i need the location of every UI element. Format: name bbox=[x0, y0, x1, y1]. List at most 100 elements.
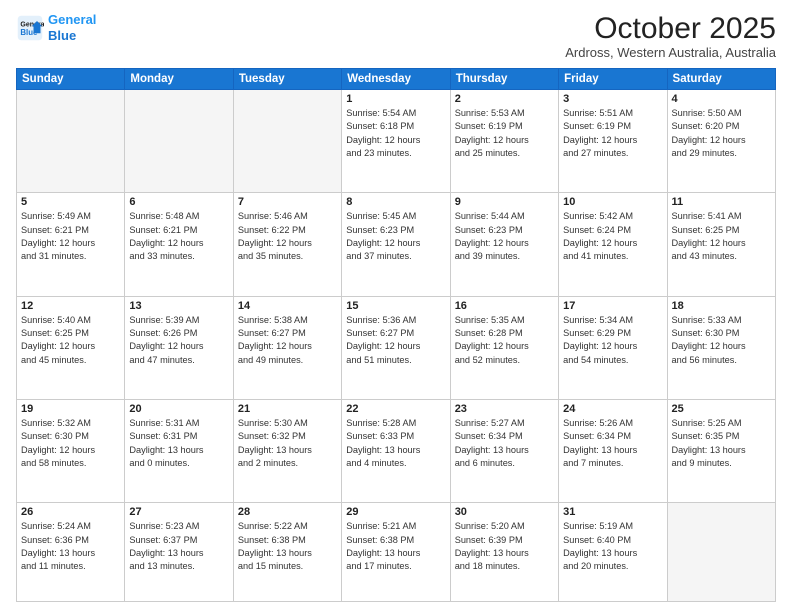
day-cell: 9 Sunrise: 5:44 AM Sunset: 6:23 PM Daylig… bbox=[450, 193, 558, 296]
day-cell: 17 Sunrise: 5:34 AM Sunset: 6:29 PM Dayli… bbox=[559, 296, 667, 399]
day-info: Sunrise: 5:23 AM Sunset: 6:37 PM Dayligh… bbox=[129, 520, 228, 573]
day-number: 20 bbox=[129, 403, 228, 415]
day-cell: 18 Sunrise: 5:33 AM Sunset: 6:30 PM Dayli… bbox=[667, 296, 775, 399]
calendar-table: SundayMondayTuesdayWednesdayThursdayFrid… bbox=[16, 68, 776, 602]
location: Ardross, Western Australia, Australia bbox=[565, 45, 776, 60]
day-info: Sunrise: 5:42 AM Sunset: 6:24 PM Dayligh… bbox=[563, 210, 662, 263]
day-cell: 23 Sunrise: 5:27 AM Sunset: 6:34 PM Dayli… bbox=[450, 400, 558, 503]
day-cell: 7Sunrise: 5:46 AM Sunset: 6:22 PM Daylig… bbox=[233, 193, 341, 296]
day-number: 11 bbox=[672, 196, 771, 208]
week-row-2: 12 Sunrise: 5:40 AM Sunset: 6:25 PM Dayli… bbox=[17, 296, 776, 399]
day-info: Sunrise: 5:28 AM Sunset: 6:33 PM Dayligh… bbox=[346, 417, 445, 470]
title-block: October 2025 Ardross, Western Australia,… bbox=[565, 12, 776, 60]
day-info: Sunrise: 5:54 AM Sunset: 6:18 PM Dayligh… bbox=[346, 107, 445, 160]
day-number: 1 bbox=[346, 93, 445, 105]
day-cell: 3 Sunrise: 5:51 AM Sunset: 6:19 PM Daylig… bbox=[559, 90, 667, 193]
day-cell bbox=[125, 90, 233, 193]
day-info: Sunrise: 5:21 AM Sunset: 6:38 PM Dayligh… bbox=[346, 520, 445, 573]
day-info: Sunrise: 5:34 AM Sunset: 6:29 PM Dayligh… bbox=[563, 314, 662, 367]
col-header-monday: Monday bbox=[125, 69, 233, 90]
day-number: 21 bbox=[238, 403, 337, 415]
day-cell bbox=[233, 90, 341, 193]
day-cell: 26 Sunrise: 5:24 AM Sunset: 6:36 PM Dayli… bbox=[17, 503, 125, 602]
week-row-1: 5Sunrise: 5:49 AM Sunset: 6:21 PM Daylig… bbox=[17, 193, 776, 296]
day-cell bbox=[17, 90, 125, 193]
day-number: 15 bbox=[346, 300, 445, 312]
day-cell: 15 Sunrise: 5:36 AM Sunset: 6:27 PM Dayli… bbox=[342, 296, 450, 399]
day-info: Sunrise: 5:27 AM Sunset: 6:34 PM Dayligh… bbox=[455, 417, 554, 470]
week-row-4: 26 Sunrise: 5:24 AM Sunset: 6:36 PM Dayli… bbox=[17, 503, 776, 602]
day-number: 2 bbox=[455, 93, 554, 105]
logo-line2: Blue bbox=[48, 28, 76, 43]
day-cell: 27 Sunrise: 5:23 AM Sunset: 6:37 PM Dayli… bbox=[125, 503, 233, 602]
day-cell: 8 Sunrise: 5:45 AM Sunset: 6:23 PM Daylig… bbox=[342, 193, 450, 296]
day-number: 29 bbox=[346, 506, 445, 518]
day-info: Sunrise: 5:38 AM Sunset: 6:27 PM Dayligh… bbox=[238, 314, 337, 367]
day-info: Sunrise: 5:40 AM Sunset: 6:25 PM Dayligh… bbox=[21, 314, 120, 367]
day-cell: 13Sunrise: 5:39 AM Sunset: 6:26 PM Dayli… bbox=[125, 296, 233, 399]
day-cell: 4 Sunrise: 5:50 AM Sunset: 6:20 PM Daylig… bbox=[667, 90, 775, 193]
header: General Blue General Blue October 2025 A… bbox=[16, 12, 776, 60]
day-number: 12 bbox=[21, 300, 120, 312]
week-row-3: 19Sunrise: 5:32 AM Sunset: 6:30 PM Dayli… bbox=[17, 400, 776, 503]
day-number: 27 bbox=[129, 506, 228, 518]
day-info: Sunrise: 5:53 AM Sunset: 6:19 PM Dayligh… bbox=[455, 107, 554, 160]
day-cell: 12 Sunrise: 5:40 AM Sunset: 6:25 PM Dayli… bbox=[17, 296, 125, 399]
day-info: Sunrise: 5:51 AM Sunset: 6:19 PM Dayligh… bbox=[563, 107, 662, 160]
day-number: 9 bbox=[455, 196, 554, 208]
col-header-wednesday: Wednesday bbox=[342, 69, 450, 90]
day-cell: 16 Sunrise: 5:35 AM Sunset: 6:28 PM Dayli… bbox=[450, 296, 558, 399]
day-info: Sunrise: 5:20 AM Sunset: 6:39 PM Dayligh… bbox=[455, 520, 554, 573]
day-number: 31 bbox=[563, 506, 662, 518]
day-cell bbox=[667, 503, 775, 602]
day-info: Sunrise: 5:24 AM Sunset: 6:36 PM Dayligh… bbox=[21, 520, 120, 573]
day-info: Sunrise: 5:45 AM Sunset: 6:23 PM Dayligh… bbox=[346, 210, 445, 263]
day-number: 7 bbox=[238, 196, 337, 208]
day-info: Sunrise: 5:26 AM Sunset: 6:34 PM Dayligh… bbox=[563, 417, 662, 470]
col-header-tuesday: Tuesday bbox=[233, 69, 341, 90]
day-info: Sunrise: 5:44 AM Sunset: 6:23 PM Dayligh… bbox=[455, 210, 554, 263]
day-number: 24 bbox=[563, 403, 662, 415]
day-cell: 2 Sunrise: 5:53 AM Sunset: 6:19 PM Daylig… bbox=[450, 90, 558, 193]
logo-line1: General bbox=[48, 12, 96, 27]
day-info: Sunrise: 5:39 AM Sunset: 6:26 PM Dayligh… bbox=[129, 314, 228, 367]
day-number: 6 bbox=[129, 196, 228, 208]
day-number: 23 bbox=[455, 403, 554, 415]
day-number: 17 bbox=[563, 300, 662, 312]
day-info: Sunrise: 5:35 AM Sunset: 6:28 PM Dayligh… bbox=[455, 314, 554, 367]
day-info: Sunrise: 5:30 AM Sunset: 6:32 PM Dayligh… bbox=[238, 417, 337, 470]
day-info: Sunrise: 5:22 AM Sunset: 6:38 PM Dayligh… bbox=[238, 520, 337, 573]
week-row-0: 1 Sunrise: 5:54 AM Sunset: 6:18 PM Daylig… bbox=[17, 90, 776, 193]
day-info: Sunrise: 5:32 AM Sunset: 6:30 PM Dayligh… bbox=[21, 417, 120, 470]
logo-text: General Blue bbox=[48, 12, 96, 43]
day-number: 3 bbox=[563, 93, 662, 105]
day-info: Sunrise: 5:19 AM Sunset: 6:40 PM Dayligh… bbox=[563, 520, 662, 573]
day-cell: 28Sunrise: 5:22 AM Sunset: 6:38 PM Dayli… bbox=[233, 503, 341, 602]
day-number: 30 bbox=[455, 506, 554, 518]
day-number: 18 bbox=[672, 300, 771, 312]
day-number: 8 bbox=[346, 196, 445, 208]
day-number: 5 bbox=[21, 196, 120, 208]
day-number: 10 bbox=[563, 196, 662, 208]
day-cell: 20Sunrise: 5:31 AM Sunset: 6:31 PM Dayli… bbox=[125, 400, 233, 503]
page: General Blue General Blue October 2025 A… bbox=[0, 0, 792, 612]
day-info: Sunrise: 5:50 AM Sunset: 6:20 PM Dayligh… bbox=[672, 107, 771, 160]
day-number: 26 bbox=[21, 506, 120, 518]
day-number: 25 bbox=[672, 403, 771, 415]
header-row: SundayMondayTuesdayWednesdayThursdayFrid… bbox=[17, 69, 776, 90]
day-number: 14 bbox=[238, 300, 337, 312]
day-cell: 30 Sunrise: 5:20 AM Sunset: 6:39 PM Dayli… bbox=[450, 503, 558, 602]
day-info: Sunrise: 5:48 AM Sunset: 6:21 PM Dayligh… bbox=[129, 210, 228, 263]
day-cell: 31 Sunrise: 5:19 AM Sunset: 6:40 PM Dayli… bbox=[559, 503, 667, 602]
col-header-friday: Friday bbox=[559, 69, 667, 90]
day-cell: 1 Sunrise: 5:54 AM Sunset: 6:18 PM Daylig… bbox=[342, 90, 450, 193]
day-number: 4 bbox=[672, 93, 771, 105]
day-cell: 24 Sunrise: 5:26 AM Sunset: 6:34 PM Dayli… bbox=[559, 400, 667, 503]
col-header-thursday: Thursday bbox=[450, 69, 558, 90]
day-info: Sunrise: 5:33 AM Sunset: 6:30 PM Dayligh… bbox=[672, 314, 771, 367]
col-header-sunday: Sunday bbox=[17, 69, 125, 90]
day-info: Sunrise: 5:36 AM Sunset: 6:27 PM Dayligh… bbox=[346, 314, 445, 367]
day-cell: 22Sunrise: 5:28 AM Sunset: 6:33 PM Dayli… bbox=[342, 400, 450, 503]
day-cell: 29 Sunrise: 5:21 AM Sunset: 6:38 PM Dayli… bbox=[342, 503, 450, 602]
day-number: 16 bbox=[455, 300, 554, 312]
